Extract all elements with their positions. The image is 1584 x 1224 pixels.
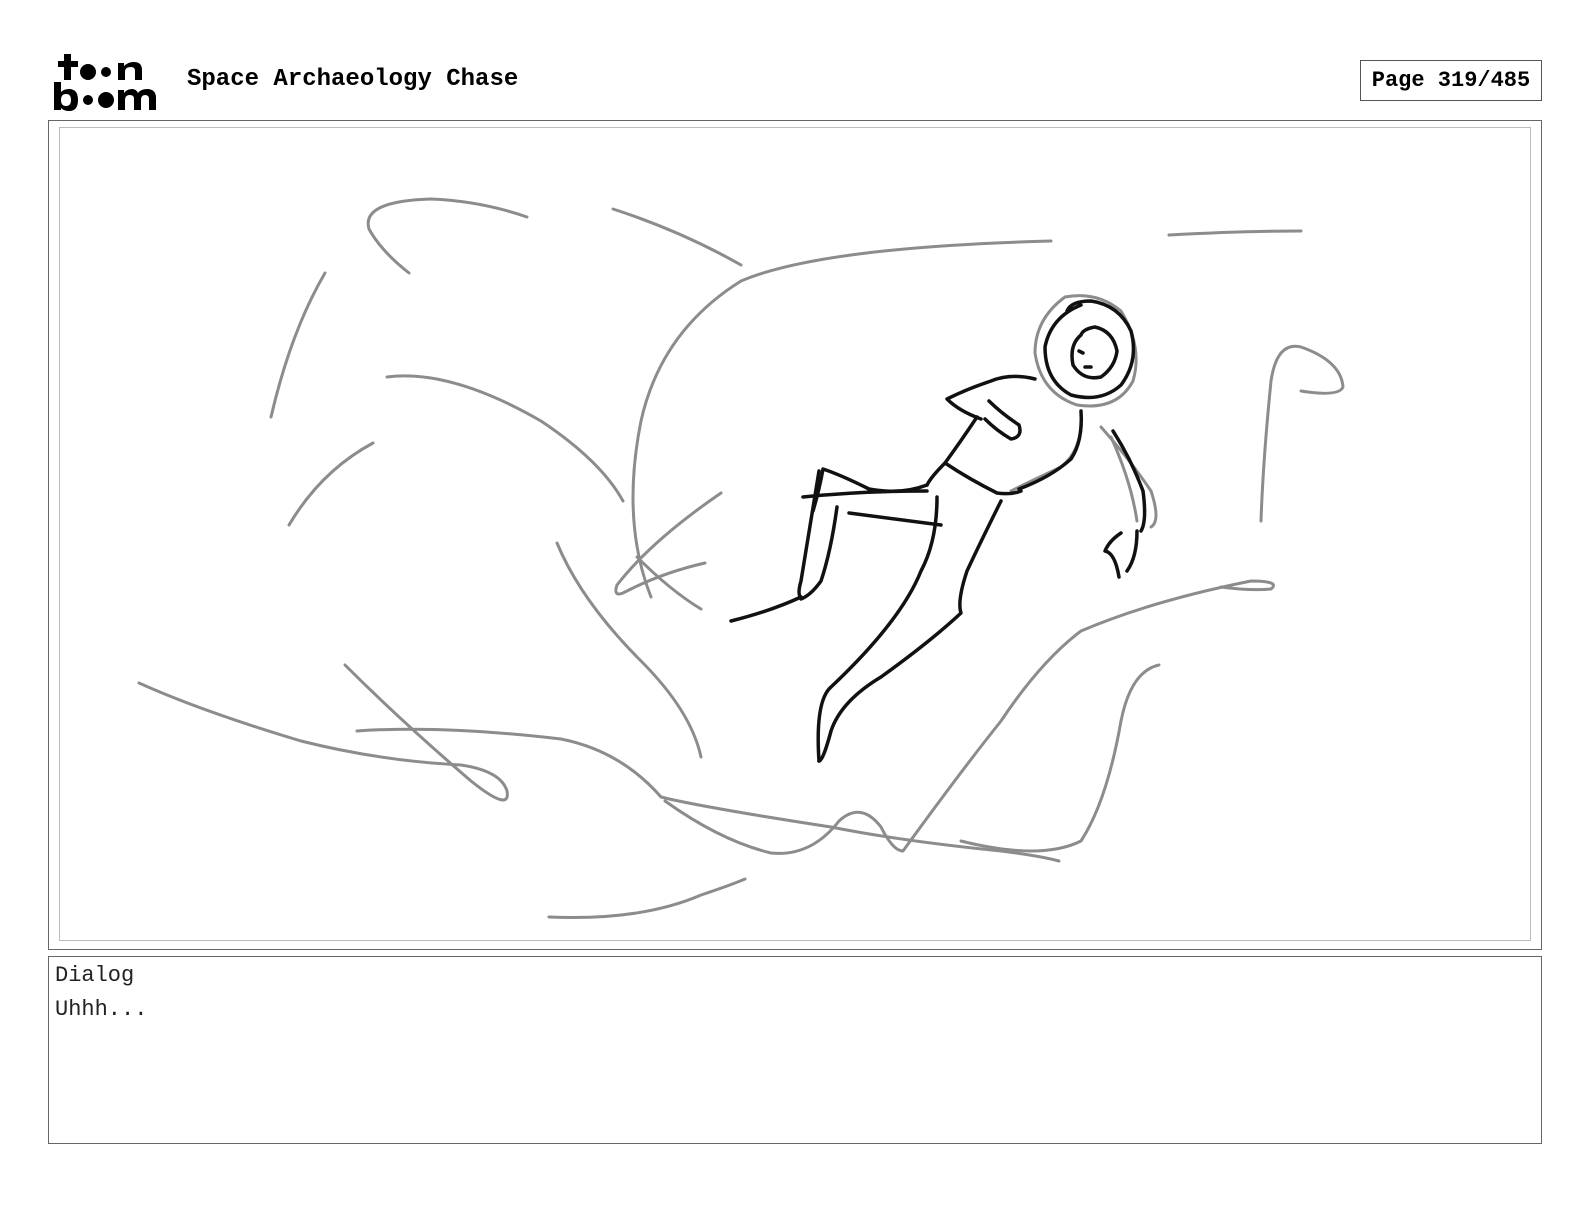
dialog-label: Dialog	[55, 963, 135, 988]
dialog-panel: Dialog Uhhh...	[48, 956, 1542, 1144]
toon-boom-logo-icon	[54, 54, 156, 111]
dialog-text: Uhhh...	[55, 997, 148, 1022]
toon-boom-logo	[50, 50, 168, 114]
rough-background-strokes	[137, 197, 1345, 920]
project-title: Space Archaeology Chase	[187, 66, 519, 93]
page-indicator: Page 319/485	[1360, 60, 1542, 101]
storyboard-panel	[59, 127, 1531, 941]
sketch-drawing	[137, 197, 1345, 920]
astronaut-ink-strokes	[729, 299, 1147, 763]
